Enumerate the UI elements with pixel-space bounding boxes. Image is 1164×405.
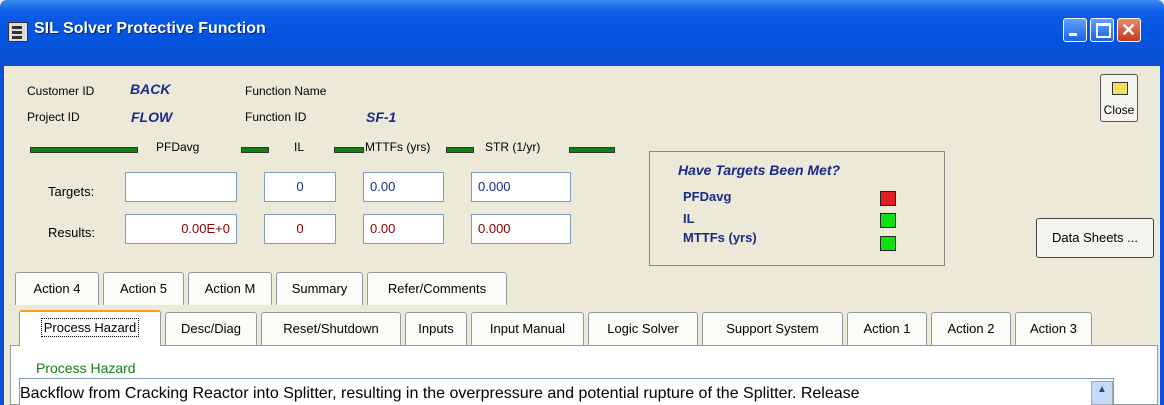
project-id-value: FLOW [131, 109, 173, 125]
tab-action-2[interactable]: Action 2 [931, 312, 1011, 345]
function-id-value: SF-1 [366, 109, 397, 125]
status-indicator-il [880, 213, 896, 228]
result-pfdavg-field: 0.00E+0 [125, 214, 237, 244]
process-hazard-heading: Process Hazard [36, 360, 136, 376]
tab-process-hazard[interactable]: Process Hazard [19, 310, 161, 346]
mttfs-header: MTTFs (yrs) [365, 140, 431, 154]
tab-inputs[interactable]: Inputs [405, 312, 467, 345]
tab-refer-comments[interactable]: Refer/Comments [367, 272, 507, 305]
tab-input-manual[interactable]: Input Manual [471, 312, 584, 345]
targets-met-il-label: IL [683, 211, 695, 226]
tab-action-4[interactable]: Action 4 [15, 272, 99, 305]
metric-bar [334, 147, 364, 153]
tab-action-3[interactable]: Action 3 [1015, 312, 1092, 345]
metric-bar [569, 147, 615, 153]
targets-met-title: Have Targets Been Met? [678, 162, 841, 178]
targets-label: Targets: [48, 184, 95, 199]
customer-id-value: BACK [130, 81, 171, 97]
title-bar: SIL Solver Protective Function [0, 0, 1164, 66]
metric-bar [241, 147, 269, 153]
customer-id-label: Customer ID [27, 84, 95, 98]
tab-logic-solver[interactable]: Logic Solver [588, 312, 698, 345]
data-sheets-button[interactable]: Data Sheets ... [1036, 218, 1154, 258]
target-il-field[interactable]: 0 [264, 172, 336, 202]
close-button[interactable]: Close [1100, 74, 1138, 122]
tab-action-1[interactable]: Action 1 [847, 312, 927, 345]
results-label: Results: [48, 225, 95, 240]
targets-met-pfdavg-label: PFDavg [683, 189, 732, 204]
str-header: STR (1/yr) [485, 140, 541, 154]
close-window-button[interactable] [1117, 18, 1141, 42]
target-mttfs-field[interactable]: 0.00 [363, 172, 444, 202]
status-indicator-pfdavg [880, 191, 896, 206]
targets-met-mttfs-label: MTTFs (yrs) [683, 230, 757, 245]
tab-action-5[interactable]: Action 5 [103, 272, 184, 305]
tab-summary[interactable]: Summary [276, 272, 363, 305]
process-hazard-textarea[interactable]: Backflow from Cracking Reactor into Spli… [19, 378, 1114, 405]
scroll-up-button[interactable] [1091, 381, 1113, 405]
project-id-label: Project ID [27, 110, 80, 124]
metric-bar [446, 147, 474, 153]
process-hazard-text: Backflow from Cracking Reactor into Spli… [20, 385, 860, 402]
window-frame-left [0, 66, 4, 405]
result-str-field: 0.000 [471, 214, 571, 244]
close-button-label: Close [1103, 103, 1135, 117]
result-il-field: 0 [264, 214, 336, 244]
app-icon [8, 22, 28, 42]
status-indicator-mttfs [880, 236, 896, 251]
window-frame-right [1160, 66, 1164, 405]
maximize-button[interactable] [1090, 18, 1114, 42]
function-name-label: Function Name [245, 84, 327, 98]
folder-icon [1112, 82, 1128, 95]
result-mttfs-field: 0.00 [363, 214, 444, 244]
tab-desc-diag[interactable]: Desc/Diag [165, 312, 257, 345]
il-header: IL [294, 140, 305, 154]
metric-bar [30, 147, 138, 153]
pfdavg-header: PFDavg [156, 140, 200, 154]
tab-action-m[interactable]: Action M [188, 272, 272, 305]
function-id-label: Function ID [245, 110, 307, 124]
window-title: SIL Solver Protective Function [34, 20, 266, 37]
minimize-button[interactable] [1063, 18, 1087, 42]
target-pfdavg-field[interactable] [125, 172, 237, 202]
tab-process-hazard-label: Process Hazard [40, 318, 140, 337]
tab-support-system[interactable]: Support System [702, 312, 843, 345]
tab-reset-shutdown[interactable]: Reset/Shutdown [261, 312, 401, 345]
target-str-field[interactable]: 0.000 [471, 172, 571, 202]
